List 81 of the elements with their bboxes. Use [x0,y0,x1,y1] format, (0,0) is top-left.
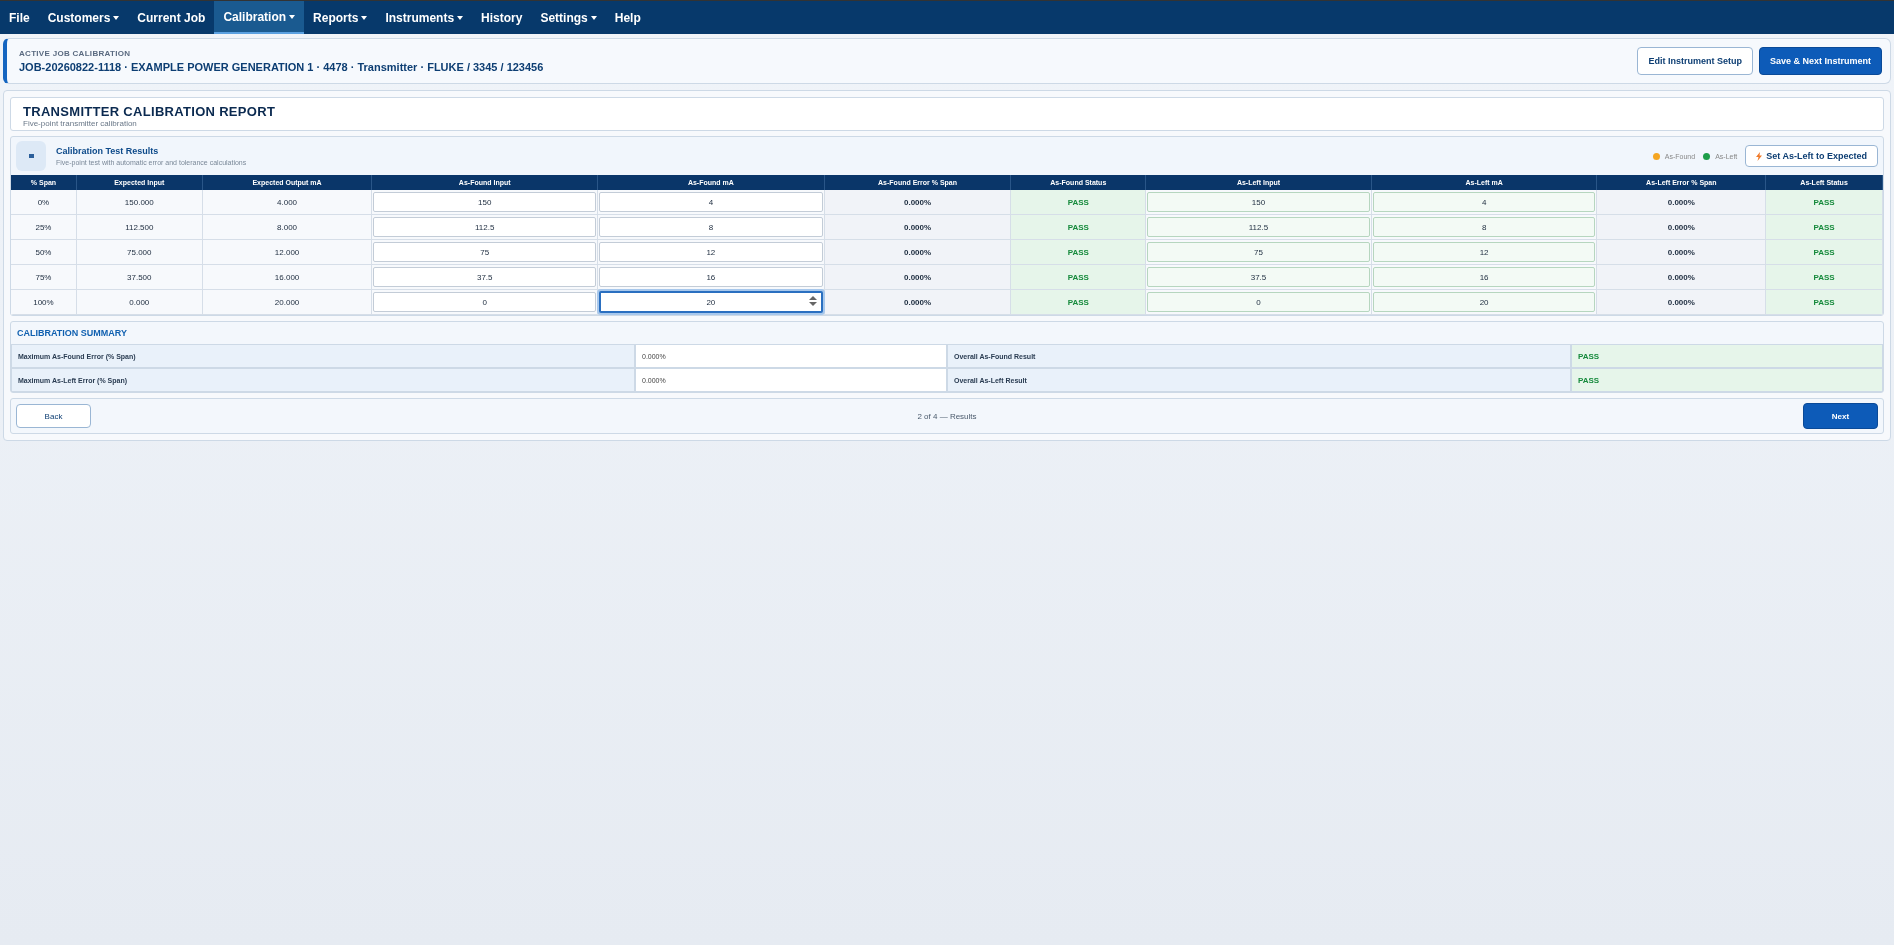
menu-item[interactable]: Reports [304,1,377,34]
set-expected-button[interactable]: Set As-Left to Expected [1745,145,1878,167]
table-cell: 0.000% [1597,240,1767,265]
table-cell: 75% [11,265,77,290]
lightning-icon [1756,151,1763,161]
input-field[interactable]: 16 [1372,267,1596,287]
input-field[interactable]: 37.5 [1147,267,1370,287]
table-cell: 0.000 [76,290,203,315]
report-subtitle: Five-point transmitter calibration [23,119,138,128]
input-field[interactable]: 12 [599,242,823,262]
table-cell: 0% [11,190,77,215]
input-field[interactable]: 0 [373,292,597,312]
status-cell: PASS [1766,240,1883,265]
status-cell: PASS [1571,344,1883,368]
table-cell: 75.000 [76,240,203,265]
menu-item[interactable]: History [472,1,532,34]
table-cell: 37.500 [76,265,203,290]
table-cell: 100% [11,290,77,315]
input-field[interactable]: 150 [373,192,597,212]
table-cell: 0.000% [1597,215,1767,240]
table-cell: 0.000% [824,265,1012,290]
input-field[interactable]: 12 [1372,242,1596,262]
table-cell: 0.000% [1597,190,1767,215]
menu-item[interactable]: Settings [531,1,606,34]
status-cell: PASS [1766,290,1883,315]
table-cell: 20.000 [202,290,373,315]
table-cell: 25% [11,215,77,240]
status-cell: PASS [1766,190,1883,215]
input-field[interactable]: 20 [599,291,823,313]
table-cell: 0.000% [824,290,1012,315]
table-cell: 112.500 [76,215,203,240]
input-field[interactable]: 0 [1147,292,1370,312]
input-field[interactable]: 37.5 [373,267,597,287]
job-title: JOB-20260822-1118 · EXAMPLE POWER GENERATION 1 · 4478 · Transmitter · FLUKE / 3345 / 123456 [19,61,544,73]
table-cell: 4.000 [202,190,373,215]
menu-item[interactable]: Help [605,1,650,34]
status-cell: PASS [1766,215,1883,240]
status-cell: PASS [1766,265,1883,290]
status-cell: PASS [1011,290,1147,315]
banner-label: ACTIVE JOB CALIBRATION [19,49,132,58]
menu-item[interactable]: Customers [38,1,129,34]
table-cell: 0.000% [1597,265,1767,290]
table-cell: 50% [11,240,77,265]
next-button[interactable]: Next [1803,403,1878,429]
table-cell: 0.000% [824,240,1012,265]
menu-item[interactable]: Current Job [128,1,215,34]
save-button[interactable]: Save & Next Instrument [1758,47,1882,75]
input-field[interactable]: 112.5 [373,217,597,237]
input-field[interactable]: 8 [1372,217,1596,237]
input-field[interactable]: 112.5 [1147,217,1370,237]
table-cell: 0.000% [824,215,1012,240]
input-field[interactable]: 75 [373,242,597,262]
menu-item[interactable]: Instruments [376,1,473,34]
edit-button[interactable]: Edit Instrument Setup [1637,47,1753,75]
report-title: TRANSMITTER CALIBRATION REPORT [23,104,277,119]
step-indicator: 2 of 4 — Results [917,411,977,421]
back-button[interactable]: Back [16,404,91,428]
input-field[interactable]: 4 [599,192,823,212]
input-field[interactable]: 75 [1147,242,1370,262]
input-field[interactable]: 150 [1147,192,1370,212]
summary-title: CALIBRATION SUMMARY [16,327,128,340]
table-icon [16,141,46,171]
input-field[interactable]: 8 [599,217,823,237]
section-title: Calibration Test Results [56,146,160,156]
input-field[interactable]: 4 [1372,192,1596,212]
table-cell: 0.000% [824,190,1012,215]
table-cell: 8.000 [202,215,373,240]
menu-item[interactable]: File [0,1,39,34]
status-cell: PASS [1571,368,1883,392]
status-cell: PASS [1011,265,1147,290]
table-cell: 150.000 [76,190,203,215]
input-field[interactable]: 16 [599,267,823,287]
table-cell: 0.000% [1597,290,1767,315]
spinner-icon [808,296,817,306]
status-cell: PASS [1011,215,1147,240]
input-field[interactable]: 20 [1372,292,1596,312]
table-cell: 16.000 [202,265,373,290]
status-cell: PASS [1011,190,1147,215]
menu-item[interactable]: Calibration [214,1,305,34]
status-cell: PASS [1011,240,1147,265]
table-cell: 12.000 [202,240,373,265]
